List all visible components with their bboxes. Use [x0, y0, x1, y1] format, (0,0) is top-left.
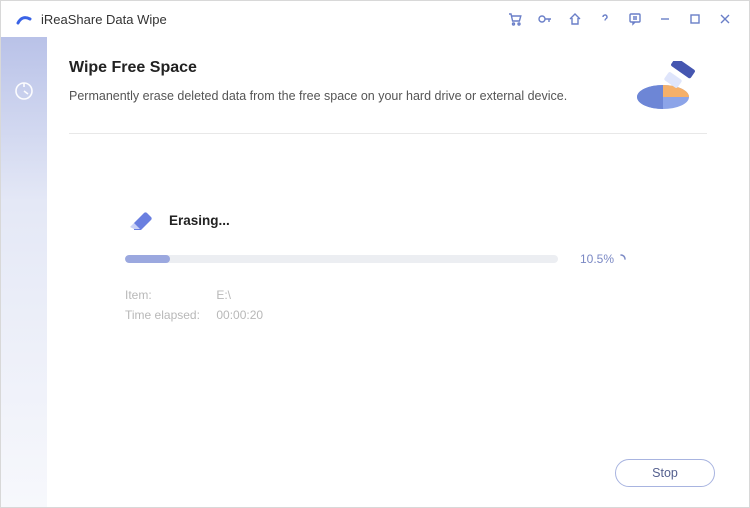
stop-button-label: Stop — [652, 466, 678, 480]
status-text: Erasing... — [169, 213, 230, 228]
item-row: Item: E:\ — [125, 288, 627, 302]
item-value: E:\ — [216, 288, 231, 302]
page-subtitle: Permanently erase deleted data from the … — [69, 87, 629, 106]
maximize-icon[interactable] — [681, 5, 709, 33]
progress-fill — [125, 255, 170, 263]
home-icon[interactable] — [561, 5, 589, 33]
header-section: Wipe Free Space Permanently erase delete… — [69, 59, 707, 134]
progress-percent: 10.5% — [580, 252, 627, 266]
key-icon[interactable] — [531, 5, 559, 33]
time-elapsed-value: 00:00:20 — [216, 308, 263, 322]
help-icon[interactable] — [591, 5, 619, 33]
progress-percent-text: 10.5% — [580, 252, 614, 266]
app-logo-icon — [15, 10, 33, 28]
time-elapsed-label: Time elapsed: — [125, 308, 213, 322]
item-label: Item: — [125, 288, 213, 302]
app-title: iReaShare Data Wipe — [41, 12, 167, 27]
progress-section: Erasing... 10.5% Item: E:\ Time elapsed: — [69, 208, 707, 328]
stop-button[interactable]: Stop — [615, 459, 715, 487]
main-panel: Wipe Free Space Permanently erase delete… — [47, 37, 749, 507]
sidebar-item-wipe-free-space[interactable] — [1, 67, 47, 115]
wipe-disk-icon — [629, 59, 707, 119]
cart-icon[interactable] — [501, 5, 529, 33]
sidebar — [1, 37, 47, 507]
time-elapsed-row: Time elapsed: 00:00:20 — [125, 308, 627, 322]
titlebar: iReaShare Data Wipe — [1, 1, 749, 37]
close-icon[interactable] — [711, 5, 739, 33]
minimize-icon[interactable] — [651, 5, 679, 33]
eraser-icon — [125, 208, 157, 232]
progress-bar — [125, 255, 558, 263]
page-title: Wipe Free Space — [69, 59, 629, 77]
feedback-icon[interactable] — [621, 5, 649, 33]
